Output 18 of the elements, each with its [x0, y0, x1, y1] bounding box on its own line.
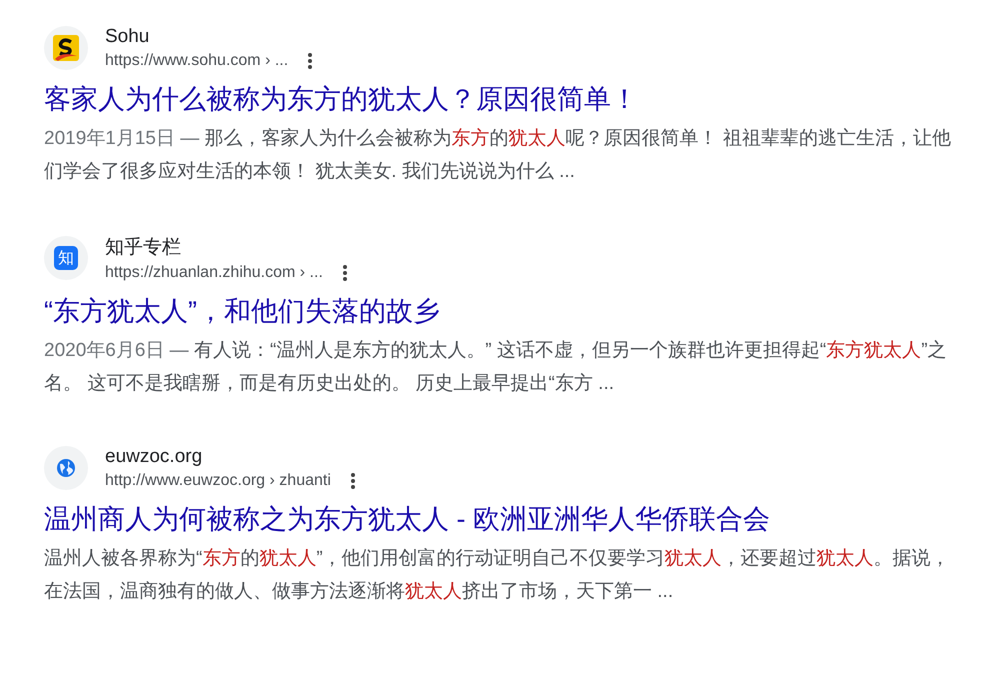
- site-url[interactable]: https://zhuanlan.zhihu.com › ...: [105, 264, 323, 282]
- more-options-icon[interactable]: [308, 53, 312, 69]
- site-name: 知乎专栏: [105, 236, 182, 260]
- site-url[interactable]: http://www.euwzoc.org › zhuanti: [105, 472, 331, 490]
- site-url[interactable]: https://www.sohu.com › ...: [105, 52, 288, 70]
- site-name: Sohu: [105, 26, 150, 48]
- logo-icon: [52, 34, 80, 62]
- result-snippet: 2020年6月6日 — 有人说：“温州人是东方的犹太人。” 这话不虚，但另一个族群也许更担得起“东方犹太人”之名。 这可不是我瞎掰，而是有历史出处的。 历史上最早提出“东方 ...: [44, 339, 948, 396]
- site-name: euwzoc.org: [105, 446, 204, 468]
- globe-icon: [56, 458, 76, 478]
- result-snippet: 2019年1月15日 — 那么，客家人为什么会被称为东方的犹太人呢？原因很简单！ 祖祖辈辈的逃亡生活，让他们学会了很多应对生活的本领！ 犹太美女. 我们先说说为什么 ...: [44, 127, 952, 184]
- more-options-icon[interactable]: [342, 265, 347, 281]
- result-title-link[interactable]: “东方犹太人”，和他们失落的故乡: [44, 292, 964, 330]
- result-snippet: 温州人被各界称为“东方的犹太人”，他们用创富的行动证明自己不仅要学习犹太人，还要超过犹太人。据说，在法国，温商独有的做人、做事方法逐渐将犹太人挤出了市场，天下第一 ...: [44, 547, 951, 604]
- result-title-link[interactable]: 温州商人为何被称之为东方犹太人 - 欧洲亚洲华人华侨联合会: [44, 500, 964, 538]
- logo-icon: 知: [54, 246, 78, 270]
- more-options-icon[interactable]: [350, 473, 355, 489]
- result-title-link[interactable]: 客家人为什么被称为东方的犹太人？原因很简单！: [44, 80, 964, 118]
